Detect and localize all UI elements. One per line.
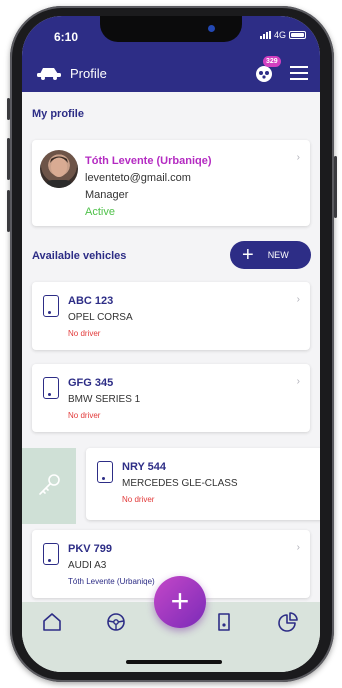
phone-car-icon — [43, 543, 59, 565]
key-icon — [39, 474, 60, 495]
vehicle-card-nry544[interactable]: NRY 544 MERCEDES GLE-CLASS No driver — [86, 448, 320, 520]
swipe-action-key[interactable] — [22, 448, 76, 524]
status-time: 6:10 — [54, 30, 79, 44]
phone-car-icon — [97, 461, 113, 483]
vehicle-plate: ABC 123 — [68, 295, 114, 307]
network-indicator: 4G — [259, 30, 306, 40]
avatar — [40, 150, 78, 188]
vehicle-card-gfg345[interactable]: GFG 345 BMW SERIES 1 No driver › — [32, 364, 310, 432]
new-vehicle-label: NEW — [267, 250, 289, 260]
signal-icon — [259, 31, 271, 39]
chevron-right-icon: › — [296, 376, 300, 387]
vehicle-plate: PKV 799 — [68, 543, 113, 555]
front-camera — [208, 25, 215, 32]
app-screen: 6:10 4G Profile 329 My profile Tóth Leve… — [22, 16, 320, 672]
chevron-right-icon: › — [296, 152, 300, 163]
vehicle-model: AUDI A3 — [68, 560, 107, 571]
mute-switch — [7, 98, 10, 120]
my-profile-heading: My profile — [32, 108, 84, 120]
phone-car-icon[interactable] — [212, 610, 236, 634]
home-indicator — [126, 660, 222, 664]
available-vehicles-heading: Available vehicles — [32, 250, 127, 262]
new-vehicle-button[interactable]: + NEW — [230, 241, 311, 269]
power-button — [334, 156, 337, 218]
volume-down-button — [7, 190, 10, 232]
network-type: 4G — [273, 30, 286, 40]
add-icon: + — [170, 582, 190, 619]
battery-icon — [289, 31, 306, 39]
phone-car-icon — [43, 377, 59, 399]
notification-badge: 329 — [263, 56, 281, 67]
vehicle-model: BMW SERIES 1 — [68, 394, 141, 405]
vehicle-driver: No driver — [68, 411, 101, 420]
vehicle-driver: No driver — [122, 495, 155, 504]
home-icon[interactable] — [40, 610, 64, 634]
vehicle-model: MERCEDES GLE-CLASS — [122, 478, 238, 489]
phone-car-icon — [43, 295, 59, 317]
steering-wheel-icon[interactable] — [104, 610, 128, 634]
profile-card[interactable]: Tóth Levente (Urbaniqe) leventeto@gmail.… — [32, 140, 310, 226]
chevron-right-icon: › — [296, 542, 300, 553]
profile-role: Manager — [85, 189, 129, 201]
profile-status: Active — [85, 206, 115, 218]
plus-icon: + — [242, 244, 254, 266]
vehicle-driver: No driver — [68, 329, 101, 338]
main-content: My profile Tóth Levente (Urbaniqe) leven… — [22, 92, 320, 602]
add-button[interactable]: + — [154, 576, 206, 628]
car-logo-icon[interactable] — [36, 65, 62, 81]
profile-email: leventeto@gmail.com — [85, 172, 191, 184]
notch — [100, 16, 242, 42]
chevron-right-icon: › — [296, 294, 300, 305]
vehicle-model: OPEL CORSA — [68, 312, 133, 323]
vehicle-plate: GFG 345 — [68, 377, 114, 389]
profile-name: Tóth Levente (Urbaniqe) — [85, 155, 212, 167]
pie-chart-icon[interactable] — [276, 610, 300, 634]
menu-icon[interactable] — [290, 62, 308, 84]
volume-up-button — [7, 138, 10, 180]
vehicle-driver: Tóth Levente (Urbaniqe) — [68, 577, 155, 586]
vehicle-card-abc123[interactable]: ABC 123 OPEL CORSA No driver › — [32, 282, 310, 350]
vehicle-plate: NRY 544 — [122, 461, 167, 473]
page-title: Profile — [70, 65, 107, 81]
notification-button[interactable]: 329 — [254, 56, 281, 84]
app-bar: Profile 329 — [22, 54, 320, 92]
